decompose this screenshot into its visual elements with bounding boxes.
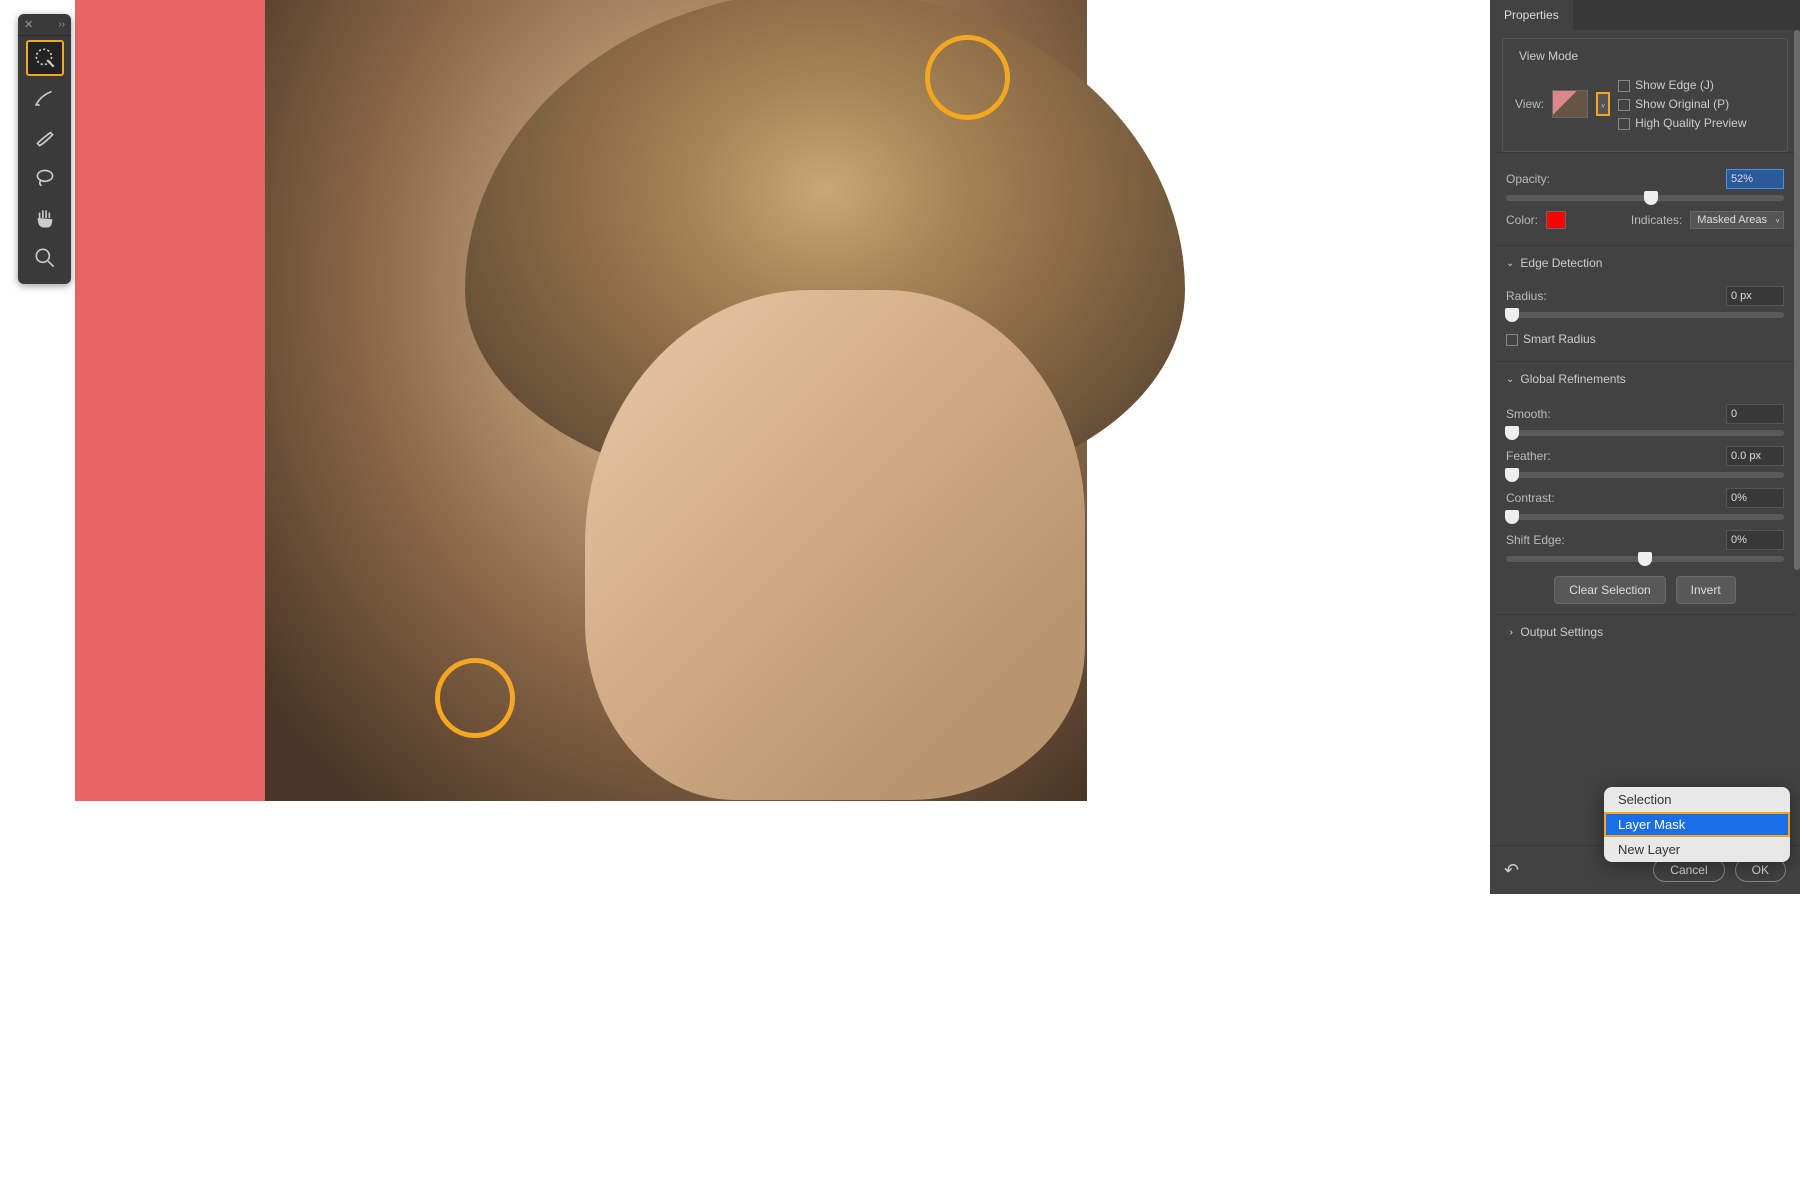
slider-thumb[interactable] xyxy=(1505,510,1519,524)
slider-thumb[interactable] xyxy=(1638,552,1652,566)
shift-edge-input[interactable] xyxy=(1726,530,1784,550)
image-content xyxy=(265,0,1087,801)
opacity-input[interactable] xyxy=(1726,169,1784,189)
checkbox-icon xyxy=(1618,99,1630,111)
edge-detection-section: ⌄ Edge Detection Radius: Smart Radius xyxy=(1494,245,1796,361)
edge-detection-toggle[interactable]: ⌄ Edge Detection xyxy=(1506,256,1784,270)
chevron-down-icon: ⌄ xyxy=(1506,374,1514,385)
show-edge-label: Show Edge (J) xyxy=(1635,78,1714,92)
indicates-select[interactable]: Masked Areas xyxy=(1690,211,1784,229)
refine-edge-brush-tool[interactable] xyxy=(26,40,64,76)
tools-palette: ✕ ›› xyxy=(18,14,71,284)
checkbox-icon xyxy=(1618,118,1630,130)
color-label: Color: xyxy=(1506,213,1538,227)
smart-radius-label: Smart Radius xyxy=(1523,332,1596,346)
output-settings-title: Output Settings xyxy=(1520,625,1603,639)
output-settings-section: ⌄ Output Settings xyxy=(1494,614,1796,659)
output-to-popup: Selection Layer Mask New Layer xyxy=(1604,787,1790,862)
slider-thumb[interactable] xyxy=(1505,468,1519,482)
panel-body: View Mode View: ᵥ Show Edge (J) Show Ori… xyxy=(1490,30,1800,845)
clear-selection-button[interactable]: Clear Selection xyxy=(1554,576,1665,604)
radius-slider[interactable] xyxy=(1506,312,1784,318)
view-thumbnail[interactable] xyxy=(1552,90,1588,118)
hq-preview-label: High Quality Preview xyxy=(1635,116,1746,130)
view-mode-section: View Mode View: ᵥ Show Edge (J) Show Ori… xyxy=(1502,38,1788,152)
properties-panel: Properties View Mode View: ᵥ Show Edge (… xyxy=(1490,0,1800,894)
panel-tabs: Properties xyxy=(1490,0,1800,30)
global-refinements-title: Global Refinements xyxy=(1520,372,1625,386)
output-settings-toggle[interactable]: ⌄ Output Settings xyxy=(1506,625,1784,639)
global-refinements-toggle[interactable]: ⌄ Global Refinements xyxy=(1506,372,1784,386)
chevron-down-icon: ⌄ xyxy=(1506,258,1514,269)
chevron-right-icon: ⌄ xyxy=(1505,628,1516,636)
smooth-input[interactable] xyxy=(1726,404,1784,424)
checkbox-icon xyxy=(1506,334,1518,346)
output-option-selection[interactable]: Selection xyxy=(1604,787,1790,812)
checkbox-icon xyxy=(1618,80,1630,92)
lasso-tool[interactable] xyxy=(26,160,64,196)
tab-properties[interactable]: Properties xyxy=(1490,0,1573,30)
shift-edge-slider[interactable] xyxy=(1506,556,1784,562)
contrast-label: Contrast: xyxy=(1506,491,1555,505)
view-dropdown[interactable]: ᵥ xyxy=(1596,92,1610,116)
hand-tool[interactable] xyxy=(26,200,64,236)
image-face xyxy=(585,290,1085,800)
annotation-circle-1 xyxy=(925,35,1010,120)
smooth-slider[interactable] xyxy=(1506,430,1784,436)
global-refinements-section: ⌄ Global Refinements Smooth: Feather: Con… xyxy=(1494,361,1796,614)
opacity-slider[interactable] xyxy=(1506,195,1784,201)
view-mode-title: View Mode xyxy=(1519,49,1775,63)
paint-brush-tool[interactable] xyxy=(26,120,64,156)
slider-thumb[interactable] xyxy=(1505,308,1519,322)
edge-detection-title: Edge Detection xyxy=(1520,256,1602,270)
shift-edge-label: Shift Edge: xyxy=(1506,533,1565,547)
contrast-slider[interactable] xyxy=(1506,514,1784,520)
opacity-section: Opacity: Color: Indicates: Masked Areas xyxy=(1494,152,1796,245)
canvas-viewport[interactable] xyxy=(75,0,1012,801)
output-option-layer-mask[interactable]: Layer Mask xyxy=(1604,812,1790,837)
indicates-label: Indicates: xyxy=(1631,213,1682,227)
smooth-label: Smooth: xyxy=(1506,407,1551,421)
opacity-label: Opacity: xyxy=(1506,172,1550,186)
radius-label: Radius: xyxy=(1506,289,1547,303)
show-edge-checkbox[interactable]: Show Edge (J) xyxy=(1618,78,1775,92)
radius-input[interactable] xyxy=(1726,286,1784,306)
invert-button[interactable]: Invert xyxy=(1676,576,1736,604)
expand-icon[interactable]: ›› xyxy=(58,19,65,30)
feather-label: Feather: xyxy=(1506,449,1551,463)
slider-thumb[interactable] xyxy=(1505,426,1519,440)
feather-input[interactable] xyxy=(1726,446,1784,466)
slider-thumb[interactable] xyxy=(1644,191,1658,205)
undo-icon[interactable]: ↶ xyxy=(1504,860,1519,881)
scrollbar[interactable] xyxy=(1794,30,1800,570)
smart-radius-checkbox[interactable]: Smart Radius xyxy=(1506,332,1784,346)
view-label: View: xyxy=(1515,97,1544,111)
zoom-tool[interactable] xyxy=(26,240,64,276)
output-option-new-layer[interactable]: New Layer xyxy=(1604,837,1790,862)
color-swatch[interactable] xyxy=(1546,211,1566,229)
show-original-label: Show Original (P) xyxy=(1635,97,1729,111)
contrast-input[interactable] xyxy=(1726,488,1784,508)
feather-slider[interactable] xyxy=(1506,472,1784,478)
brush-tool[interactable] xyxy=(26,80,64,116)
hq-preview-checkbox[interactable]: High Quality Preview xyxy=(1618,116,1775,130)
show-original-checkbox[interactable]: Show Original (P) xyxy=(1618,97,1775,111)
close-icon[interactable]: ✕ xyxy=(24,18,33,31)
toolbar-header: ✕ ›› xyxy=(18,14,71,36)
annotation-circle-2 xyxy=(435,658,515,738)
